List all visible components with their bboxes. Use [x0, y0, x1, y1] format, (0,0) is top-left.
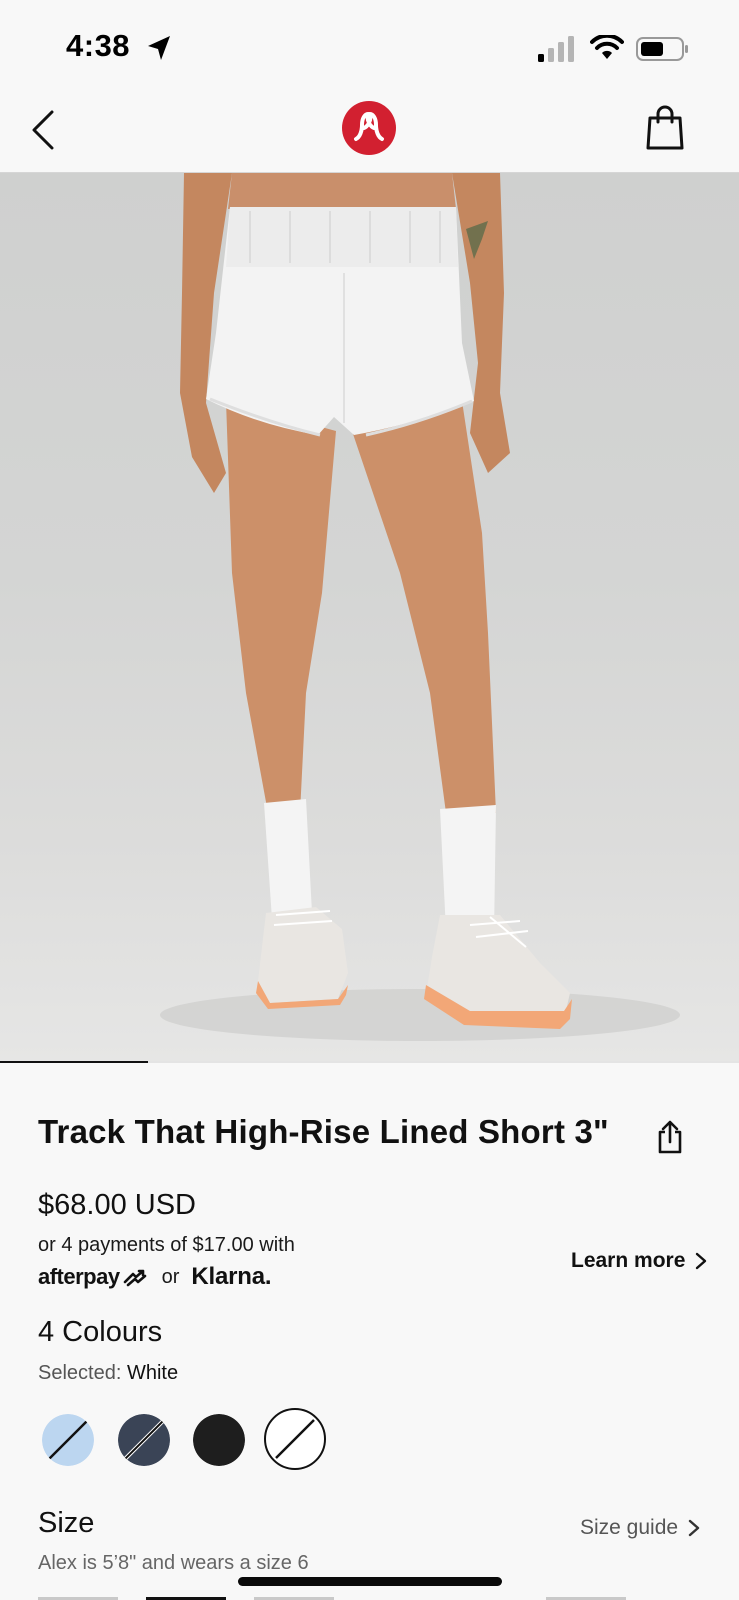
product-photo: [160, 173, 680, 1041]
or-separator: or: [161, 1265, 180, 1288]
model-size-note: Alex is 5’8" and wears a size 6: [38, 1552, 309, 1574]
afterpay-logo[interactable]: afterpay: [38, 1264, 120, 1290]
home-indicator[interactable]: [238, 1577, 502, 1586]
swatch-light-blue[interactable]: [42, 1414, 94, 1466]
klarna-logo[interactable]: Klarna.: [191, 1263, 271, 1291]
share-icon[interactable]: [656, 1120, 684, 1154]
cellular-signal-icon: [538, 36, 574, 62]
product-title: Track That High-Rise Lined Short 3": [38, 1113, 609, 1150]
selected-colour: Selected: White: [38, 1362, 178, 1385]
size-guide-label: Size guide: [580, 1516, 679, 1539]
product-detail-screen: 4:38 Track That High-Rise Lined Short 3"…: [0, 0, 739, 1600]
payment-providers: afterpay or Klarna.: [38, 1262, 272, 1292]
navigation-header: [0, 86, 739, 173]
wifi-icon: [590, 35, 624, 59]
learn-more-link[interactable]: Learn more: [571, 1249, 707, 1273]
battery-icon: [636, 37, 688, 61]
product-image-gallery[interactable]: [0, 173, 739, 1063]
chevron-right-icon: [696, 1252, 707, 1270]
chevron-right-icon: [688, 1519, 700, 1537]
lululemon-logo[interactable]: [342, 101, 396, 155]
status-bar: 4:38: [0, 0, 739, 86]
installments-text: or 4 payments of $17.00 with: [38, 1234, 295, 1256]
size-heading: Size: [38, 1507, 95, 1539]
image-progress-indicator: [0, 1061, 148, 1063]
status-time: 4:38: [66, 28, 131, 63]
colours-heading: 4 Colours: [38, 1316, 163, 1348]
afterpay-arrows-icon: [123, 1269, 146, 1287]
product-price: $68.00 USD: [38, 1189, 196, 1221]
location-arrow-icon: [148, 36, 170, 60]
selected-colour-value: White: [126, 1362, 179, 1384]
size-guide-link[interactable]: Size guide: [580, 1516, 700, 1540]
image-progress-track: [0, 1061, 739, 1063]
swatch-navy[interactable]: [118, 1414, 170, 1466]
swatch-white-selected[interactable]: [264, 1408, 326, 1470]
back-button[interactable]: [26, 108, 62, 152]
swatch-black[interactable]: [193, 1414, 245, 1466]
learn-more-label: Learn more: [571, 1249, 686, 1272]
selected-colour-label: Selected:: [38, 1362, 122, 1384]
shopping-bag-icon[interactable]: [644, 104, 686, 152]
